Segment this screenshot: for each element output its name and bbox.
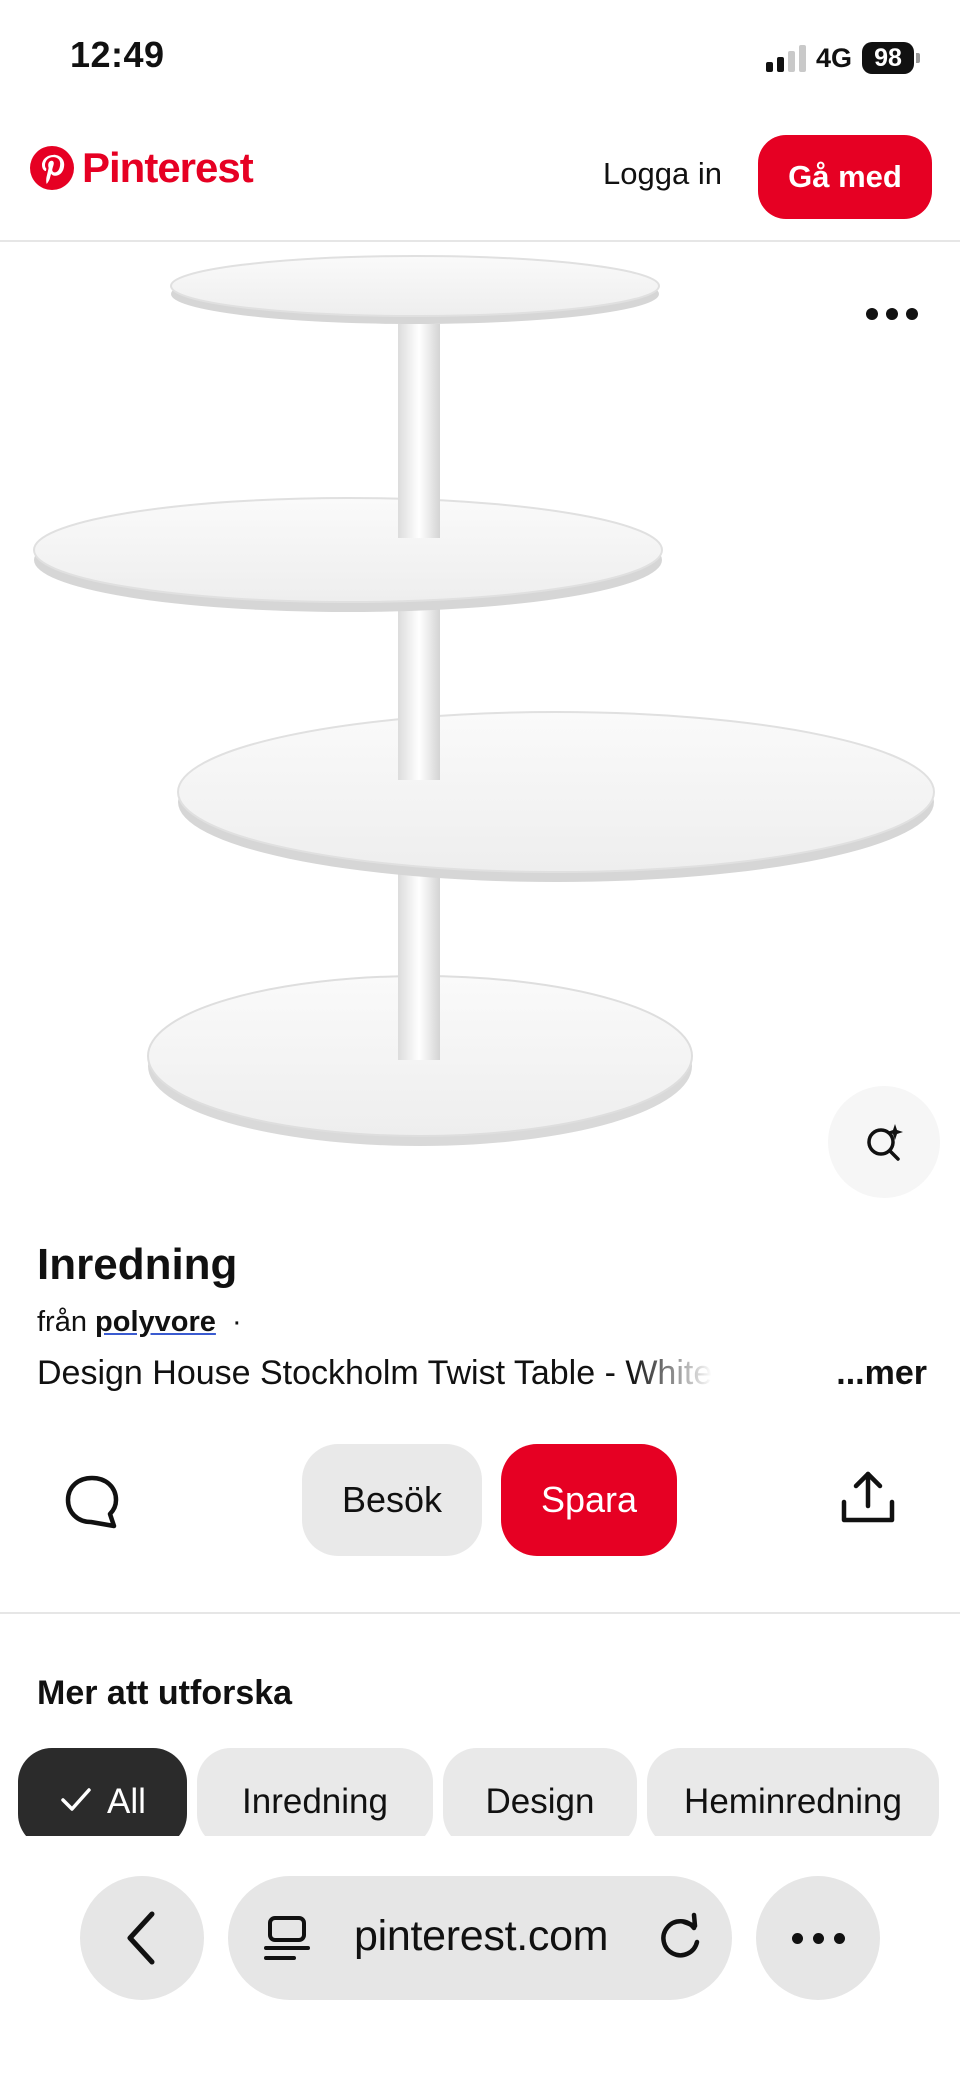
chevron-left-icon	[127, 1911, 155, 1965]
chip-heminredning[interactable]: Heminredning	[647, 1748, 939, 1836]
signal-icon	[765, 44, 806, 72]
battery-icon: 98	[862, 42, 920, 74]
site-header: Pinterest Logga in Gå med	[0, 120, 960, 242]
comment-icon	[65, 1475, 119, 1529]
visit-button[interactable]: Besök	[302, 1444, 482, 1556]
reader-mode-icon[interactable]	[262, 1914, 312, 1964]
pinterest-logo[interactable]: Pinterest	[28, 144, 254, 192]
chip-design[interactable]: Design	[443, 1748, 637, 1836]
share-button[interactable]	[836, 1466, 900, 1530]
browser-toolbar: pinterest.com	[0, 1838, 960, 2081]
pin-image[interactable]	[0, 244, 960, 1210]
pinterest-logo-icon	[30, 146, 74, 190]
chip-label: Design	[485, 1782, 595, 1821]
back-button[interactable]	[80, 1876, 204, 2000]
chip-label: Heminredning	[684, 1782, 902, 1821]
explore-chips: All Inredning Design Heminredning	[18, 1748, 942, 1836]
show-more-link[interactable]: ...mer	[836, 1354, 927, 1393]
join-button[interactable]: Gå med	[758, 135, 932, 219]
login-link[interactable]: Logga in	[603, 156, 722, 192]
status-indicators: 4G 98	[765, 42, 920, 74]
pin-title: Inredning	[37, 1240, 238, 1289]
battery-level: 98	[862, 42, 914, 74]
chip-label: All	[107, 1782, 146, 1821]
description-text: Design House Stockholm Twist Table - Whi…	[37, 1354, 713, 1392]
reload-icon[interactable]	[654, 1912, 706, 1964]
network-type: 4G	[815, 42, 852, 73]
more-options-icon[interactable]	[866, 308, 918, 320]
pin-source: från polyvore ·	[37, 1306, 242, 1339]
visual-search-button[interactable]	[828, 1086, 940, 1198]
status-bar: 12:49 4G 98	[0, 0, 960, 120]
source-separator: ·	[231, 1306, 242, 1338]
chip-all[interactable]: All	[18, 1748, 187, 1836]
address-bar[interactable]: pinterest.com	[228, 1876, 732, 2000]
url-text[interactable]: pinterest.com	[354, 1912, 609, 1961]
explore-title: Mer att utforska	[37, 1674, 293, 1712]
visual-search-icon	[867, 1124, 903, 1161]
brand-name: Pinterest	[82, 144, 254, 191]
status-time: 12:49	[70, 34, 165, 75]
pin-description: Design House Stockholm Twist Table - Whi…	[37, 1354, 927, 1393]
share-icon	[841, 1471, 895, 1523]
chip-inredning[interactable]: Inredning	[197, 1748, 433, 1836]
chip-label: Inredning	[242, 1782, 388, 1821]
source-link[interactable]: polyvore	[95, 1306, 216, 1338]
save-button[interactable]: Spara	[501, 1444, 677, 1556]
check-icon	[61, 1788, 91, 1811]
twist-table-image	[33, 255, 935, 1146]
browser-menu-button[interactable]	[756, 1876, 880, 2000]
section-divider	[0, 1612, 960, 1614]
comment-button[interactable]	[60, 1470, 124, 1534]
source-prefix: från	[37, 1306, 87, 1338]
